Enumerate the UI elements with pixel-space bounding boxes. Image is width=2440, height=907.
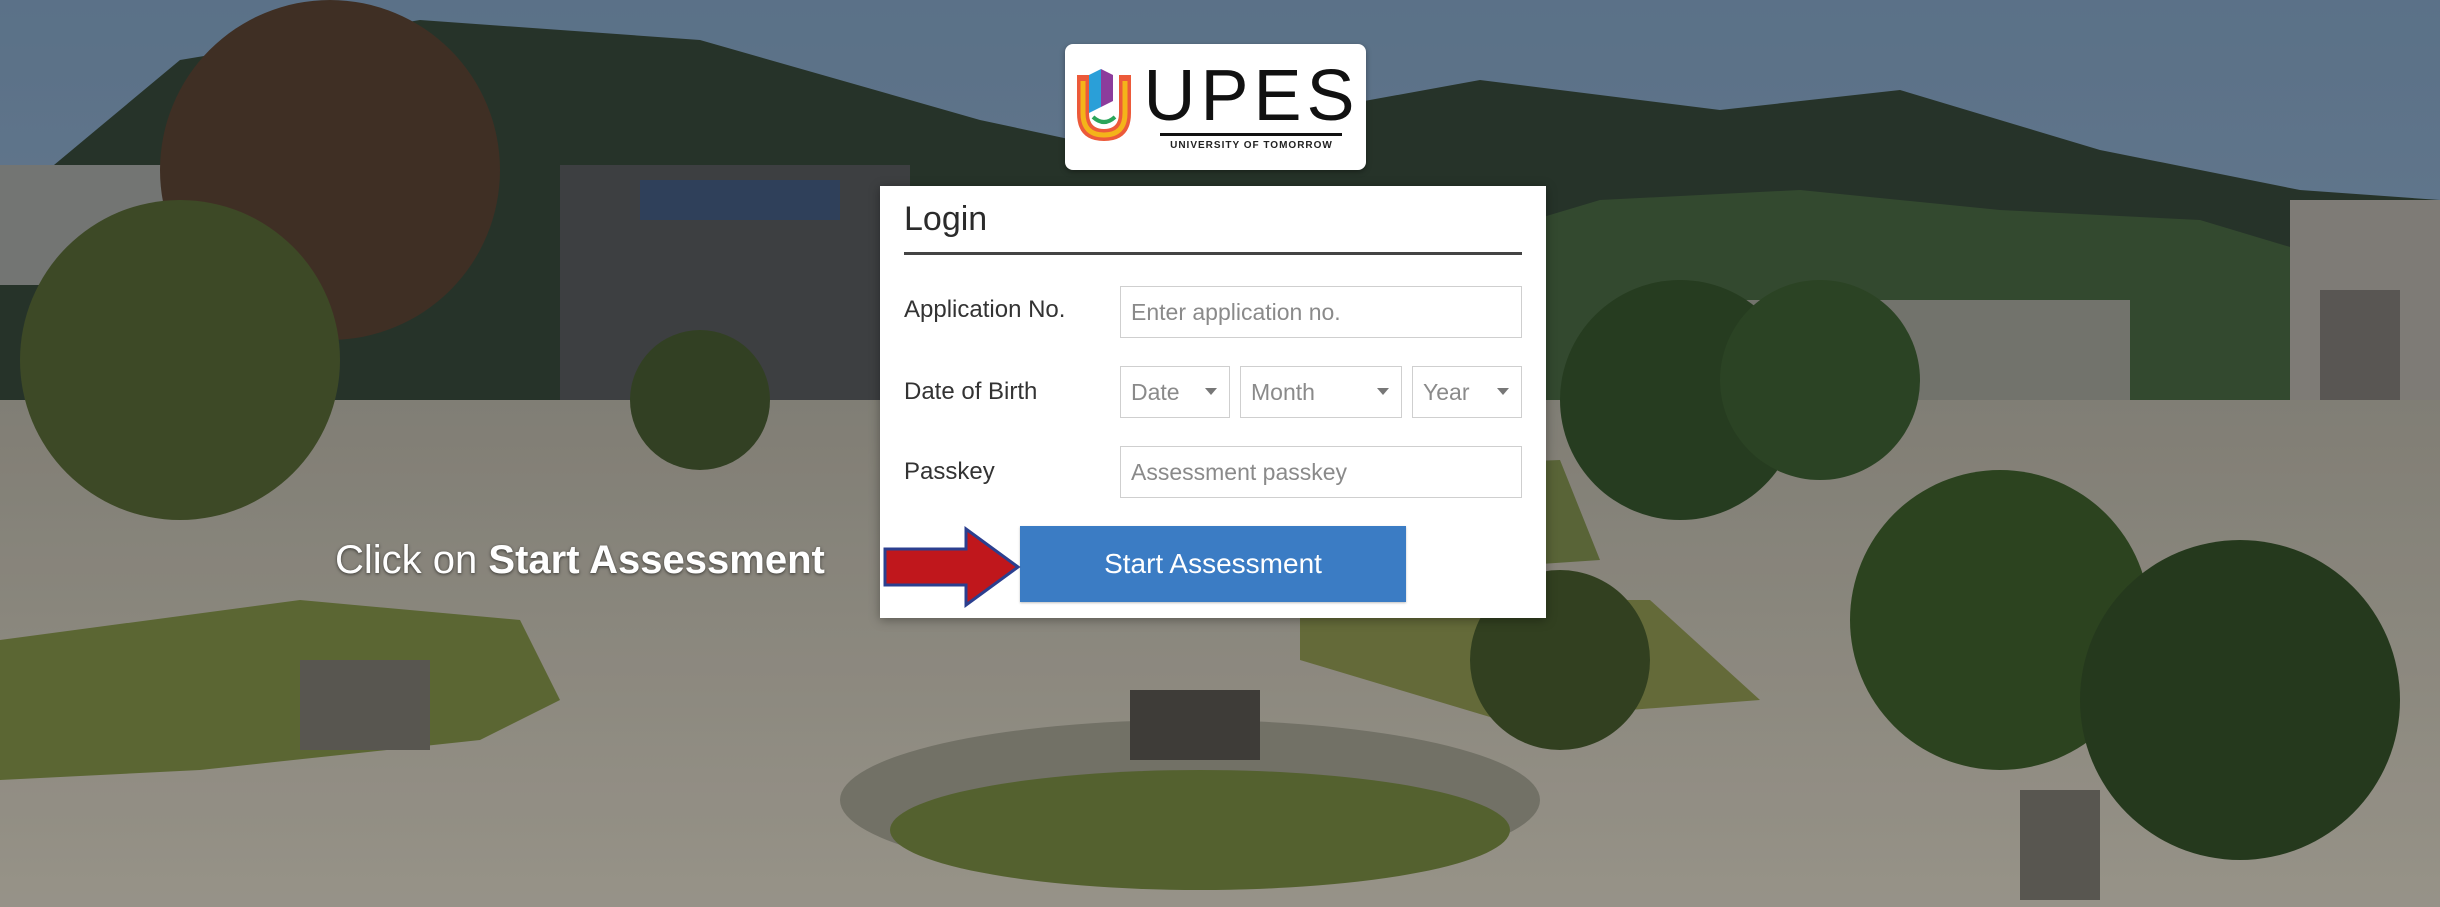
logo-tagline: UNIVERSITY OF TOMORROW (1170, 140, 1333, 151)
dob-month-value: Month (1251, 378, 1315, 405)
right-arrow-icon (883, 526, 1021, 608)
upes-logo: UPES UNIVERSITY OF TOMORROW (1065, 44, 1366, 170)
dob-date-value: Date (1131, 378, 1180, 405)
date-of-birth-label: Date of Birth (904, 378, 1038, 405)
instruction-prefix: Click on (335, 538, 489, 582)
application-no-input[interactable] (1120, 286, 1522, 338)
logo-wordmark: UPES (1143, 56, 1360, 136)
instruction-text: Click on Start Assessment (335, 538, 825, 583)
caret-down-icon (1205, 388, 1217, 395)
upes-logo-text: UPES UNIVERSITY OF TOMORROW (1143, 56, 1360, 151)
passkey-input[interactable] (1120, 446, 1522, 498)
caret-down-icon (1377, 388, 1389, 395)
logo-divider (1160, 133, 1343, 136)
dob-year-value: Year (1423, 378, 1470, 405)
dob-month-select[interactable]: Month (1240, 366, 1402, 418)
passkey-label: Passkey (904, 458, 995, 485)
login-title: Login (904, 200, 988, 238)
instruction-emphasis: Start Assessment (488, 538, 825, 582)
title-divider (904, 252, 1522, 255)
start-assessment-button[interactable]: Start Assessment (1020, 526, 1406, 602)
dob-year-select[interactable]: Year (1412, 366, 1522, 418)
application-no-label: Application No. (904, 296, 1066, 323)
dob-date-select[interactable]: Date (1120, 366, 1230, 418)
caret-down-icon (1497, 388, 1509, 395)
upes-logo-mark-icon (1077, 69, 1132, 141)
